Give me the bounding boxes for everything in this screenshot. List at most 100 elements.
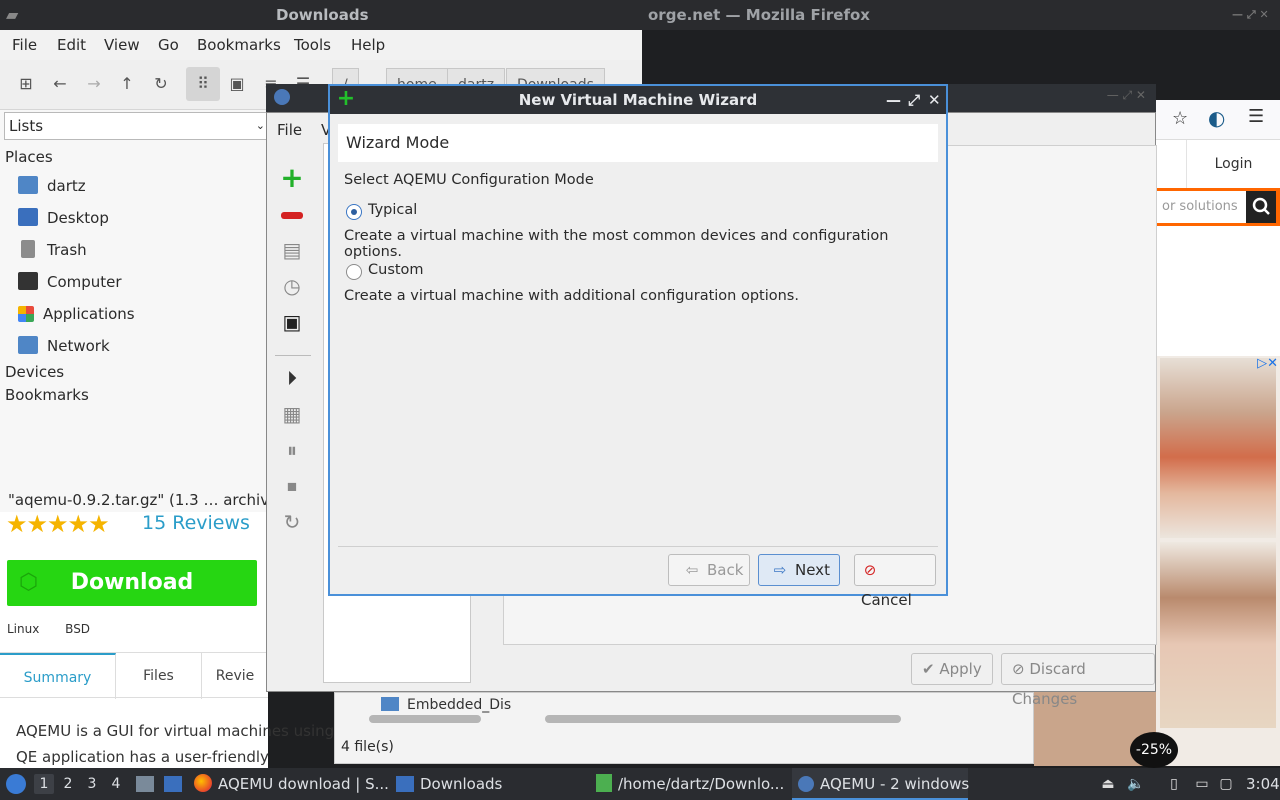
pause-icon[interactable]: ⏸	[279, 437, 305, 463]
back-icon[interactable]: ←	[48, 72, 72, 96]
cancel-button[interactable]: ⊘ Cancel	[854, 554, 936, 609]
horizontal-scrollbar[interactable]	[545, 715, 901, 723]
stop-icon[interactable]: ⏹	[279, 473, 305, 499]
menu-help[interactable]: Help	[351, 36, 385, 54]
menu-icon[interactable]: ☰	[1248, 106, 1264, 127]
sidebar-item-trash[interactable]: Trash	[18, 238, 87, 262]
icon-view-icon[interactable]: ⠿	[186, 67, 220, 101]
menu-file[interactable]: File	[277, 121, 302, 139]
hard-disk-icon[interactable]: ▤	[279, 237, 305, 263]
sidebar-item-applications[interactable]: Applications	[18, 302, 135, 326]
reset-icon[interactable]: ↻	[279, 509, 305, 535]
custom-label[interactable]: Custom	[368, 262, 424, 278]
side-pane-mode-select[interactable]: Lists ⌄	[4, 112, 268, 140]
custom-radio[interactable]	[346, 264, 362, 280]
sidebar-item-desktop[interactable]: Desktop	[18, 206, 109, 230]
typical-radio[interactable]	[346, 204, 362, 220]
download-icon: ⬡	[19, 570, 39, 595]
ad-image[interactable]	[1160, 542, 1276, 728]
menu-bookmarks[interactable]: Bookmarks	[197, 36, 281, 54]
start-menu-icon[interactable]	[6, 774, 26, 794]
desktop-icon	[18, 208, 38, 226]
archive-icon	[596, 774, 612, 792]
firefox-titlebar[interactable]: orge.net — Mozilla Firefox — ⤢ ✕	[642, 0, 1280, 30]
close-icon[interactable]: ✕	[928, 86, 941, 114]
clock[interactable]: 3:04	[1246, 768, 1280, 800]
menu-tools[interactable]: Tools	[294, 36, 331, 54]
menu-edit[interactable]: Edit	[57, 36, 86, 54]
tag-linux[interactable]: Linux	[7, 622, 39, 636]
sidebar-item-network[interactable]: Network	[18, 334, 110, 358]
horizontal-scrollbar[interactable]	[369, 715, 481, 723]
extension-icon[interactable]: ◐	[1208, 106, 1225, 130]
menu-view[interactable]: View	[104, 36, 140, 54]
tab-files[interactable]: Files	[116, 653, 202, 699]
list-item[interactable]: Embedded_Dis	[381, 697, 511, 713]
reviews-link[interactable]: 15 Reviews	[142, 512, 250, 534]
save-icon[interactable]: ▦	[279, 401, 305, 427]
taskbar-item-archive[interactable]: /home/dartz/Downlo...	[596, 768, 784, 800]
reload-icon[interactable]: ↻	[149, 72, 173, 96]
next-button[interactable]: ⇨ Next	[758, 554, 840, 586]
typical-label[interactable]: Typical	[368, 202, 417, 218]
firefox-icon	[194, 774, 212, 792]
ad-image[interactable]	[1160, 358, 1276, 538]
sidebar-item-dartz[interactable]: dartz	[18, 174, 86, 198]
wizard-titlebar[interactable]: + New Virtual Machine Wizard — ⤢ ✕	[330, 86, 946, 114]
tab-reviews[interactable]: Revie	[202, 653, 268, 699]
discard-changes-button[interactable]: ⊘ Discard Changes	[1001, 653, 1155, 708]
file-manager-title: Downloads	[276, 6, 369, 24]
tag-bsd[interactable]: BSD	[65, 622, 90, 636]
new-tab-icon[interactable]: ⊞	[14, 72, 38, 96]
devices-heading[interactable]: Devices	[5, 363, 64, 381]
places-heading[interactable]: Places	[5, 148, 53, 166]
taskbar-item-downloads[interactable]: Downloads	[396, 768, 502, 800]
taskbar-item-firefox[interactable]: AQEMU download | S...	[194, 768, 389, 800]
file-manager-titlebar[interactable]: ▰ Downloads	[0, 0, 642, 30]
workspace-1[interactable]: 1	[34, 774, 54, 794]
taskbar-item-label: /home/dartz/Downlo...	[618, 775, 785, 793]
search-button[interactable]	[1246, 191, 1276, 223]
file-manager-launcher-icon[interactable]	[136, 776, 154, 792]
window-controls[interactable]: — ⤢ ✕	[1232, 0, 1269, 30]
button-separator	[338, 546, 938, 547]
forward-icon[interactable]: →	[82, 72, 106, 96]
menu-file[interactable]: File	[12, 36, 37, 54]
aqemu-icon	[798, 776, 814, 792]
volume-icon[interactable]: 🔈	[1126, 774, 1146, 794]
menu-go[interactable]: Go	[158, 36, 179, 54]
maximize-icon[interactable]: ⤢	[908, 86, 920, 114]
folder-icon	[381, 697, 399, 711]
bookmarks-heading[interactable]: Bookmarks	[5, 386, 89, 404]
apply-button[interactable]: ✔ Apply	[911, 653, 993, 685]
terminal-icon[interactable]: ▣	[279, 309, 305, 335]
bookmark-star-icon[interactable]: ☆	[1172, 108, 1188, 129]
play-icon[interactable]: ⏵	[279, 365, 305, 391]
back-button[interactable]: ⇦ Back	[668, 554, 750, 586]
sidebar-item-computer[interactable]: Computer	[18, 270, 122, 294]
remove-vm-icon[interactable]	[279, 201, 305, 227]
window-controls[interactable]: — ⤢ ✕	[1107, 88, 1146, 103]
notification-icon[interactable]: ▢	[1216, 774, 1236, 794]
show-desktop-icon[interactable]	[164, 776, 182, 792]
clock-icon[interactable]: ◷	[279, 273, 305, 299]
workspace-4[interactable]: 4	[106, 774, 126, 794]
login-link[interactable]: Login	[1186, 140, 1280, 188]
download-button[interactable]: ⬡ Download	[7, 560, 257, 606]
sidebar-item-label: Desktop	[47, 209, 109, 227]
add-vm-icon[interactable]: +	[279, 164, 305, 192]
tab-summary[interactable]: Summary	[0, 653, 116, 699]
file-manager-menubar: File Edit View Go Bookmarks Tools Help	[0, 30, 642, 60]
thumbnail-view-icon[interactable]: ▣	[225, 72, 249, 96]
minimize-icon[interactable]: —	[886, 86, 901, 114]
advertisement[interactable]: ▷✕	[1156, 356, 1280, 766]
workspace-2[interactable]: 2	[58, 774, 78, 794]
taskbar-item-aqemu[interactable]: AQEMU - 2 windows	[792, 768, 969, 800]
up-icon[interactable]: ↑	[115, 72, 139, 96]
ad-close-icon[interactable]: ▷✕	[1257, 356, 1278, 371]
eject-icon[interactable]: ⏏	[1098, 774, 1118, 794]
clipboard-icon[interactable]: ▯	[1164, 774, 1184, 794]
workspace-3[interactable]: 3	[82, 774, 102, 794]
site-search-input[interactable]: or solutions	[1156, 191, 1246, 223]
display-icon[interactable]: ▭	[1192, 774, 1212, 794]
